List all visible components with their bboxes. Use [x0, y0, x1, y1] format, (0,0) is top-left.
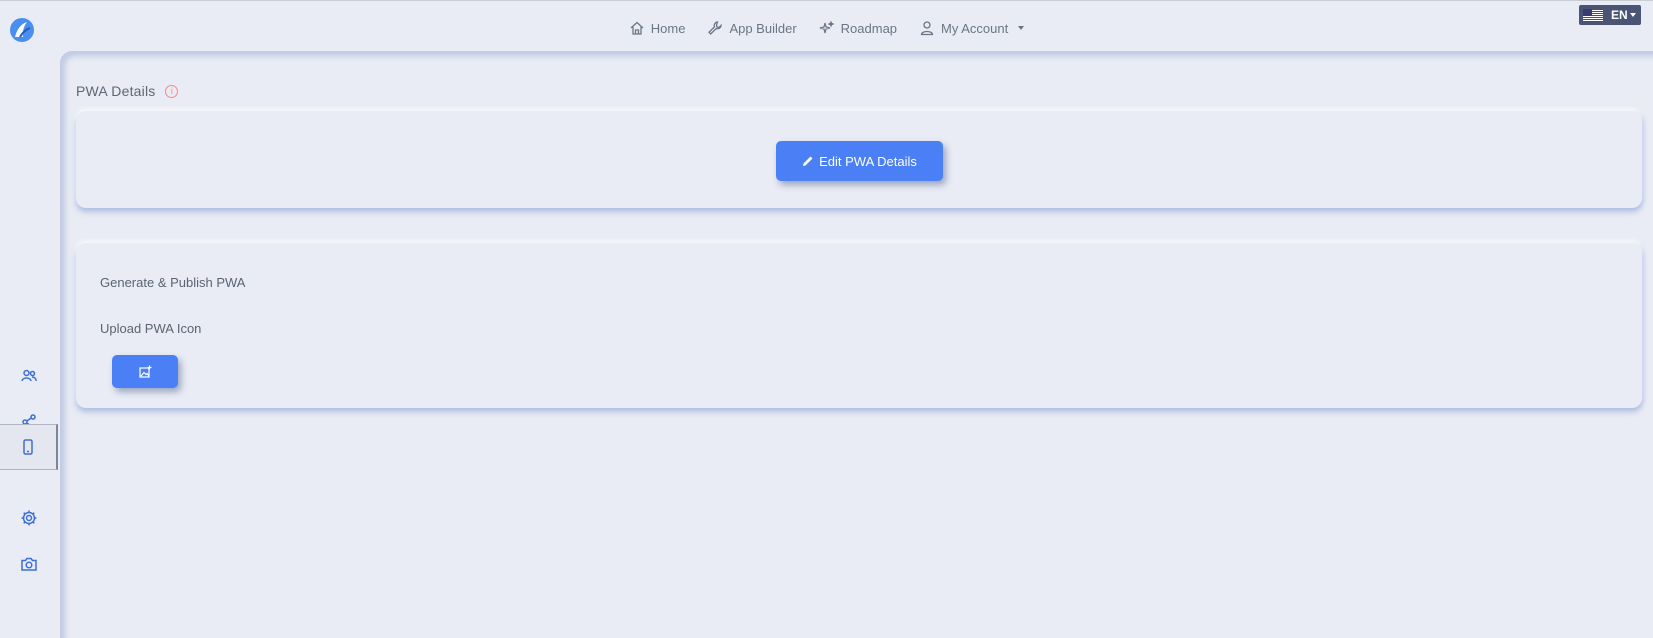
edit-pwa-details-label: Edit PWA Details: [819, 153, 917, 169]
top-border: [0, 0, 1653, 4]
chevron-down-icon: [1018, 26, 1025, 30]
language-code: EN: [1611, 8, 1628, 22]
users-icon: [21, 369, 37, 382]
nav-app-builder[interactable]: App Builder: [707, 16, 797, 40]
top-navigation: Home App Builder Roadmap My Account: [0, 16, 1653, 40]
publish-card: [76, 243, 1642, 408]
page-title-text: PWA Details: [76, 83, 156, 99]
wrench-icon: [708, 21, 723, 35]
sidebar: [0, 50, 58, 638]
sidebar-item-users[interactable]: [0, 354, 58, 398]
nav-home[interactable]: Home: [629, 16, 686, 40]
nav-app-builder-label: App Builder: [729, 20, 797, 36]
language-selector[interactable]: EN: [1579, 5, 1641, 25]
camera-icon: [21, 557, 37, 571]
edit-pwa-details-button[interactable]: Edit PWA Details: [776, 141, 943, 181]
mobile-icon: [23, 439, 33, 455]
generate-publish-label: Generate & Publish PWA: [100, 275, 246, 290]
sidebar-item-camera[interactable]: [0, 542, 58, 586]
user-icon: [920, 21, 934, 36]
image-add-icon: [138, 365, 151, 378]
nav-home-label: Home: [650, 20, 686, 36]
gear-icon: [21, 510, 37, 526]
us-flag-icon: [1583, 8, 1603, 22]
info-icon[interactable]: i: [165, 84, 179, 98]
sparkles-icon: [819, 21, 834, 34]
nav-roadmap-label: Roadmap: [840, 20, 898, 36]
sidebar-item-mobile[interactable]: [0, 424, 58, 470]
chevron-down-icon: [1629, 13, 1636, 17]
nav-roadmap[interactable]: Roadmap: [819, 16, 897, 40]
nav-my-account[interactable]: My Account: [919, 16, 1025, 40]
nav-my-account-label: My Account: [941, 20, 1009, 36]
pencil-icon: [803, 156, 813, 166]
home-icon: [630, 21, 644, 35]
sidebar-item-settings[interactable]: [0, 496, 58, 540]
page-title: PWA Details i: [76, 83, 179, 99]
upload-icon-label: Upload PWA Icon: [100, 321, 202, 336]
upload-pwa-icon-button[interactable]: [112, 355, 178, 388]
